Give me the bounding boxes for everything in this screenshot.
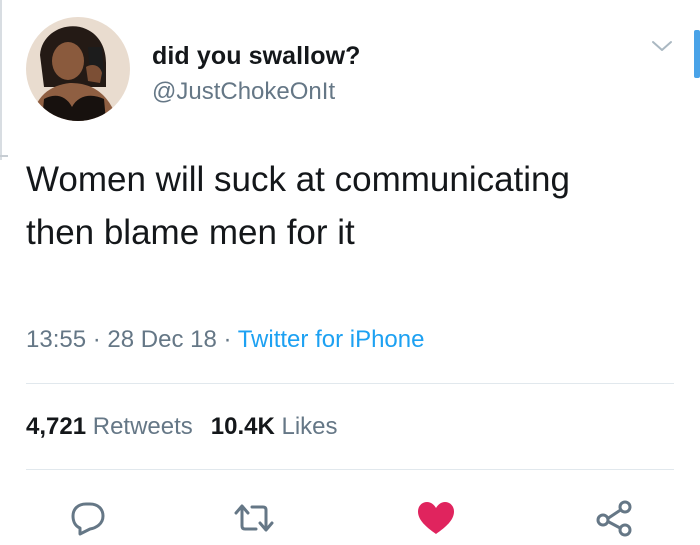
divider <box>26 469 674 470</box>
likes-stat[interactable]: 10.4K Likes <box>211 413 338 440</box>
like-button[interactable] <box>414 498 458 538</box>
likes-label: Likes <box>281 413 338 440</box>
display-name[interactable]: did you swallow? <box>152 42 361 71</box>
heart-icon <box>418 502 454 534</box>
previous-card-edge <box>0 0 8 160</box>
reply-button[interactable] <box>66 498 110 538</box>
share-icon <box>596 500 632 537</box>
tweet-meta: 13:55 · 28 Dec 18 · Twitter for iPhone <box>26 326 424 354</box>
avatar[interactable] <box>26 17 130 121</box>
retweets-stat[interactable]: 4,721 Retweets <box>26 413 193 440</box>
chevron-down-icon[interactable] <box>650 36 674 56</box>
retweets-count: 4,721 <box>26 413 87 440</box>
user-handle[interactable]: @JustChokeOnIt <box>152 78 335 106</box>
reply-icon <box>71 502 105 536</box>
meta-separator: · <box>223 326 232 353</box>
meta-separator: · <box>92 326 101 353</box>
divider <box>26 383 674 384</box>
tweet-time: 13:55 <box>26 326 87 353</box>
retweet-icon <box>234 504 274 532</box>
share-button[interactable] <box>592 498 636 538</box>
retweets-label: Retweets <box>92 413 193 440</box>
tweet-source-link[interactable]: Twitter for iPhone <box>238 326 425 353</box>
tweet-stats: 4,721 Retweets 10.4K Likes <box>26 413 338 441</box>
tweet-date: 28 Dec 18 <box>107 326 217 353</box>
avatar-photo <box>26 17 130 121</box>
retweet-button[interactable] <box>232 498 276 538</box>
tweet-text: Women will suck at communicating then bl… <box>26 160 570 252</box>
likes-count: 10.4K <box>210 413 275 440</box>
scrollbar[interactable] <box>694 30 700 78</box>
